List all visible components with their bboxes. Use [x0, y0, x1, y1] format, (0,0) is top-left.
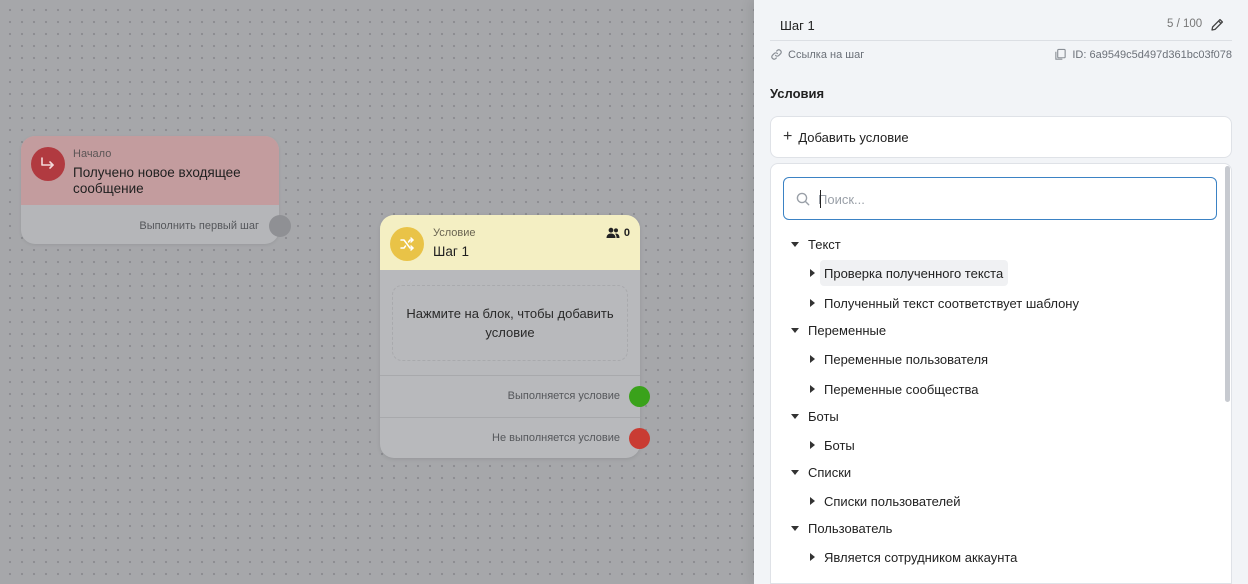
caret-right-icon	[810, 385, 815, 393]
caret-right-icon	[810, 299, 815, 307]
tree-item-label: Является сотрудником аккаунта	[824, 549, 1018, 565]
tree-item-label: Переменные сообщества	[824, 381, 979, 397]
tree-item-label: Списки пользователей	[824, 493, 961, 509]
tree-item-bots[interactable]: Боты	[807, 432, 860, 458]
step-name-counter: 5 / 100	[1167, 18, 1203, 30]
tree-item-label: Полученный текст соответствует шаблону	[824, 295, 1079, 311]
add-condition-label: Добавить условие	[798, 129, 909, 145]
condition-node-title: Шаг 1	[433, 244, 470, 259]
start-node[interactable]: Начало Получено новое входящее сообщение…	[21, 136, 279, 244]
condition-node-header: Условие Шаг 1 0	[380, 215, 640, 270]
tree-item-text-pattern[interactable]: Полученный текст соответствует шаблону	[807, 290, 1084, 316]
start-node-exit-label: Выполнить первый шаг	[139, 220, 259, 232]
step-id-label: ID: 6a9549c5d497d361bc03f078	[1072, 48, 1232, 61]
tree-item-user-lists[interactable]: Списки пользователей	[807, 488, 966, 514]
caret-right-icon	[810, 441, 815, 449]
caret-right-icon	[810, 355, 815, 363]
tree-item-label: Боты	[824, 437, 855, 453]
step-settings-panel: Шаг 1 5 / 100 Ссылка на шаг ID: 6a9549c5…	[754, 0, 1248, 584]
divider	[380, 417, 640, 418]
caret-down-icon	[791, 526, 799, 531]
tree-group-variables[interactable]: Переменные	[791, 323, 886, 338]
tree-item-is-employee[interactable]: Является сотрудником аккаунта	[807, 544, 1022, 570]
text-caret	[820, 190, 821, 208]
condition-true-label: Выполняется условие	[507, 390, 620, 402]
tree-group-user[interactable]: Пользователь	[791, 521, 892, 536]
tree-item-label: Проверка полученного текста	[820, 260, 1009, 286]
tree-group-bots[interactable]: Боты	[791, 409, 839, 424]
condition-false-label: Не выполняется условие	[492, 432, 620, 444]
caret-down-icon	[791, 328, 799, 333]
divider	[380, 375, 640, 376]
search-icon	[796, 192, 810, 206]
divider	[770, 40, 1232, 41]
tree-group-label: Списки	[808, 465, 852, 480]
shuffle-icon	[390, 227, 424, 261]
arrow-turn-right-icon	[31, 147, 65, 181]
flow-canvas[interactable]: Начало Получено новое входящее сообщение…	[0, 0, 754, 584]
condition-true-port[interactable]	[629, 386, 650, 407]
step-link[interactable]: Ссылка на шаг	[770, 48, 864, 61]
link-icon	[771, 49, 782, 60]
tree-item-text-check[interactable]: Проверка полученного текста	[807, 260, 1009, 286]
plus-icon: +	[783, 128, 793, 145]
caret-right-icon	[810, 553, 815, 561]
dropdown-scrollbar[interactable]	[1225, 166, 1230, 402]
users-icon	[606, 227, 620, 238]
condition-node-type: Условие	[433, 227, 476, 239]
tree-group-label: Пользователь	[808, 521, 893, 536]
add-condition-button[interactable]: + Добавить условие	[770, 116, 1232, 158]
conditions-section-title: Условия	[770, 86, 825, 101]
tree-group-text[interactable]: Текст	[791, 237, 841, 252]
step-link-label: Ссылка на шаг	[788, 48, 865, 61]
caret-right-icon	[810, 497, 815, 505]
caret-down-icon	[791, 470, 799, 475]
start-node-type: Начало	[73, 148, 112, 160]
tree-item-user-variables[interactable]: Переменные пользователя	[807, 346, 993, 372]
condition-node-user-count: 0	[623, 227, 630, 239]
condition-false-port[interactable]	[629, 428, 650, 449]
caret-down-icon	[791, 414, 799, 419]
start-node-title: Получено новое входящее сообщение	[73, 165, 241, 196]
search-input[interactable]	[818, 186, 1198, 212]
start-node-header: Начало Получено новое входящее сообщение	[21, 136, 279, 205]
search-field[interactable]	[783, 177, 1217, 220]
copy-icon	[1055, 48, 1067, 60]
pencil-icon[interactable]	[1209, 17, 1225, 33]
condition-node[interactable]: Условие Шаг 1 0 Нажмите на блок, чтобы д…	[380, 215, 640, 458]
caret-right-icon	[810, 269, 815, 277]
tree-item-label: Переменные пользователя	[824, 351, 989, 367]
tree-group-label: Текст	[808, 237, 841, 252]
condition-node-add-hint[interactable]: Нажмите на блок, чтобы добавить условие	[392, 285, 628, 361]
tree-group-label: Боты	[808, 409, 839, 424]
condition-type-dropdown: Текст Проверка полученного текста Получе…	[770, 163, 1232, 584]
caret-down-icon	[791, 242, 799, 247]
step-id[interactable]: ID: 6a9549c5d497d361bc03f078	[1054, 48, 1232, 61]
tree-item-community-variables[interactable]: Переменные сообщества	[807, 376, 984, 402]
start-node-output-port[interactable]	[269, 215, 291, 237]
tree-group-lists[interactable]: Списки	[791, 465, 851, 480]
step-name[interactable]: Шаг 1	[780, 18, 815, 33]
tree-group-label: Переменные	[808, 323, 887, 338]
condition-node-users: 0	[606, 227, 630, 239]
